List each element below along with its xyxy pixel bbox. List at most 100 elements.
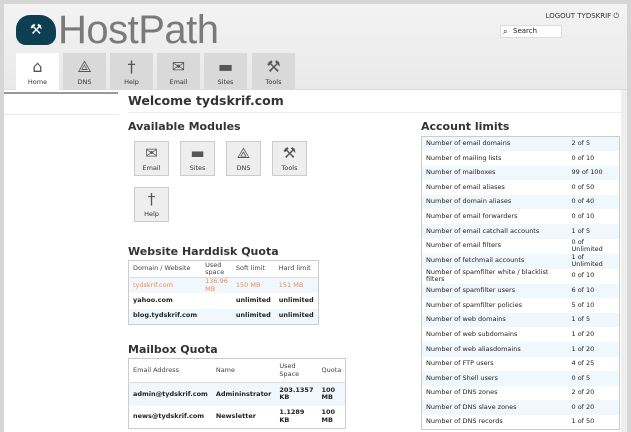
limit-value: 5 of 10 <box>567 298 620 313</box>
limit-row: Number of email filters 0 of Unlimited <box>421 238 620 254</box>
module-label: Sites <box>189 164 206 172</box>
limit-label: Number of web subdomains <box>421 327 568 343</box>
module-email[interactable]: ✉ Email <box>134 141 169 176</box>
column-header: Used space <box>201 260 232 278</box>
header: ⚒ HostPath LOGOUT TYDSKRIF ⏻ ⌕ Search ⌂ Ho… <box>4 4 627 91</box>
limit-value: 1 of 5 <box>567 224 620 239</box>
limit-row: Number of mailing lists 0 of 10 <box>421 151 620 166</box>
limit-label: Number of domain aliases <box>421 194 568 210</box>
home-icon: ⌂ <box>32 57 43 76</box>
tab-help[interactable]: † Help <box>110 53 153 90</box>
table-row: tydskrif.com 136.96 MB 150 MB 151 MB <box>128 277 319 293</box>
limit-row: Number of Shell users 0 of 5 <box>421 371 620 386</box>
limit-value: 0 of 50 <box>567 180 620 195</box>
limit-label: Number of spamfilter users <box>421 283 568 299</box>
limit-label: Number of spamfilter policies <box>421 298 568 313</box>
limit-row: Number of spamfilter white / blacklist f… <box>421 268 620 284</box>
limit-label: Number of DNS zones <box>421 385 568 401</box>
tab-label: Tools <box>265 78 282 86</box>
limit-row: Number of web domains 1 of 5 <box>421 312 620 328</box>
harddisk-table: Domain / Website Used space Soft limit Hard… <box>128 260 319 325</box>
limit-row: Number of email domains 2 of 5 <box>421 136 620 152</box>
tab-email[interactable]: ✉ Email <box>157 53 200 90</box>
column-header: Soft limit <box>231 260 275 278</box>
help-icon: † <box>127 57 136 76</box>
modules-title: Available Modules <box>128 120 241 133</box>
sidebar-divider <box>4 114 118 115</box>
limit-row: Number of spamfilter users 6 of 10 <box>421 283 620 299</box>
tab-dns[interactable]: ⟁ DNS <box>63 53 106 90</box>
limit-value: 0 of Unlimited <box>567 238 620 254</box>
table-row: yahoo.com unlimited unlimited <box>133 296 314 304</box>
module-tools[interactable]: ⚒ Tools <box>272 141 307 176</box>
limit-label: Number of mailboxes <box>421 165 568 181</box>
limit-row: Number of domain aliases 0 of 40 <box>421 194 620 210</box>
limit-value: 0 of 10 <box>567 151 620 166</box>
tab-label: Home <box>27 78 48 86</box>
tools-icon: ⚒ <box>282 144 297 162</box>
column-header: Used Space <box>275 358 318 383</box>
limit-value: 4 of 25 <box>567 356 620 372</box>
limit-row: Number of DNS records 1 of 50 <box>421 415 620 430</box>
limit-label: Number of web aliasdomains <box>421 342 568 357</box>
limit-value: 1 of 50 <box>567 415 620 430</box>
limit-label: Number of DNS slave zones <box>421 400 568 415</box>
tab-sites[interactable]: ▬ Sites <box>204 53 247 90</box>
dns-icon: ⟁ <box>236 144 251 162</box>
limit-row: Number of DNS zones 2 of 20 <box>421 385 620 401</box>
email-icon: ✉ <box>171 57 186 76</box>
search-input[interactable]: ⌕ Search <box>500 25 562 38</box>
brand-name: HostPath <box>58 8 219 52</box>
column-header: Hard limit <box>274 260 319 278</box>
module-label: DNS <box>236 164 251 172</box>
tools-icon: ⚒ <box>266 57 281 76</box>
limit-value: 0 of 10 <box>567 209 620 225</box>
limit-row: Number of DNS slave zones 0 of 20 <box>421 400 620 415</box>
limit-label: Number of email domains <box>421 136 568 152</box>
mailbox-title: Mailbox Quota <box>128 343 218 356</box>
column-header: Email Address <box>128 358 212 383</box>
help-icon: † <box>147 190 156 208</box>
mailbox-table: Email Address Name Used Space Quota admin@t… <box>128 358 347 429</box>
tab-label: Email <box>169 78 188 86</box>
limit-label: Number of email filters <box>421 238 568 254</box>
search-placeholder: Search <box>513 27 538 35</box>
sidebar-divider <box>4 92 118 94</box>
page-title: Welcome tydskrif.com <box>128 93 284 108</box>
limit-value: 0 of 20 <box>567 400 620 415</box>
module-sites[interactable]: ▬ Sites <box>180 141 215 176</box>
limit-label: Number of email forwarders <box>421 209 568 225</box>
tab-home[interactable]: ⌂ Home <box>16 53 59 91</box>
logo[interactable]: ⚒ HostPath <box>16 10 219 50</box>
limit-value: 6 of 10 <box>567 283 620 299</box>
logout-label: LOGOUT TYDSKRIF <box>545 12 612 20</box>
limit-value: 1 of 5 <box>567 312 620 328</box>
tab-tools[interactable]: ⚒ Tools <box>252 53 295 90</box>
page: ⚒ HostPath LOGOUT TYDSKRIF ⏻ ⌕ Search ⌂ Ho… <box>4 4 627 432</box>
limit-value: 99 of 100 <box>567 165 620 181</box>
search-icon: ⌕ <box>503 27 508 36</box>
scrollbar[interactable] <box>621 90 627 432</box>
logout-link[interactable]: LOGOUT TYDSKRIF ⏻ <box>546 12 619 21</box>
limit-label: Number of DNS records <box>421 415 568 430</box>
module-dns[interactable]: ⟁ DNS <box>226 141 261 176</box>
limit-value: 1 of 20 <box>567 342 620 357</box>
limit-row: Number of web subdomains 1 of 20 <box>421 327 620 343</box>
limit-row: Number of mailboxes 99 of 100 <box>421 165 620 181</box>
table-row: news@tydskrif.com Newsletter 1.1289 KB 100 … <box>133 408 336 424</box>
harddisk-title: Website Harddisk Quota <box>128 245 279 258</box>
tab-label: DNS <box>77 78 92 86</box>
table-row: admin@tydskrif.com Admininstrator 203.1357… <box>128 382 346 406</box>
limit-row: Number of email forwarders 0 of 10 <box>421 209 620 225</box>
limit-value: 1 of Unlimited <box>567 253 620 269</box>
limit-row: Number of web aliasdomains 1 of 20 <box>421 342 620 357</box>
limit-row: Number of email catchall accounts 1 of 5 <box>421 224 620 239</box>
limit-label: Number of Shell users <box>421 371 568 386</box>
limit-value: 0 of 40 <box>567 194 620 210</box>
folder-icon: ▬ <box>190 144 205 162</box>
limit-row: Number of spamfilter policies 5 of 10 <box>421 298 620 313</box>
dns-icon: ⟁ <box>77 57 92 76</box>
limit-label: Number of email catchall accounts <box>421 224 568 239</box>
limit-label: Number of mailing lists <box>421 151 568 166</box>
module-help[interactable]: † Help <box>134 187 169 222</box>
